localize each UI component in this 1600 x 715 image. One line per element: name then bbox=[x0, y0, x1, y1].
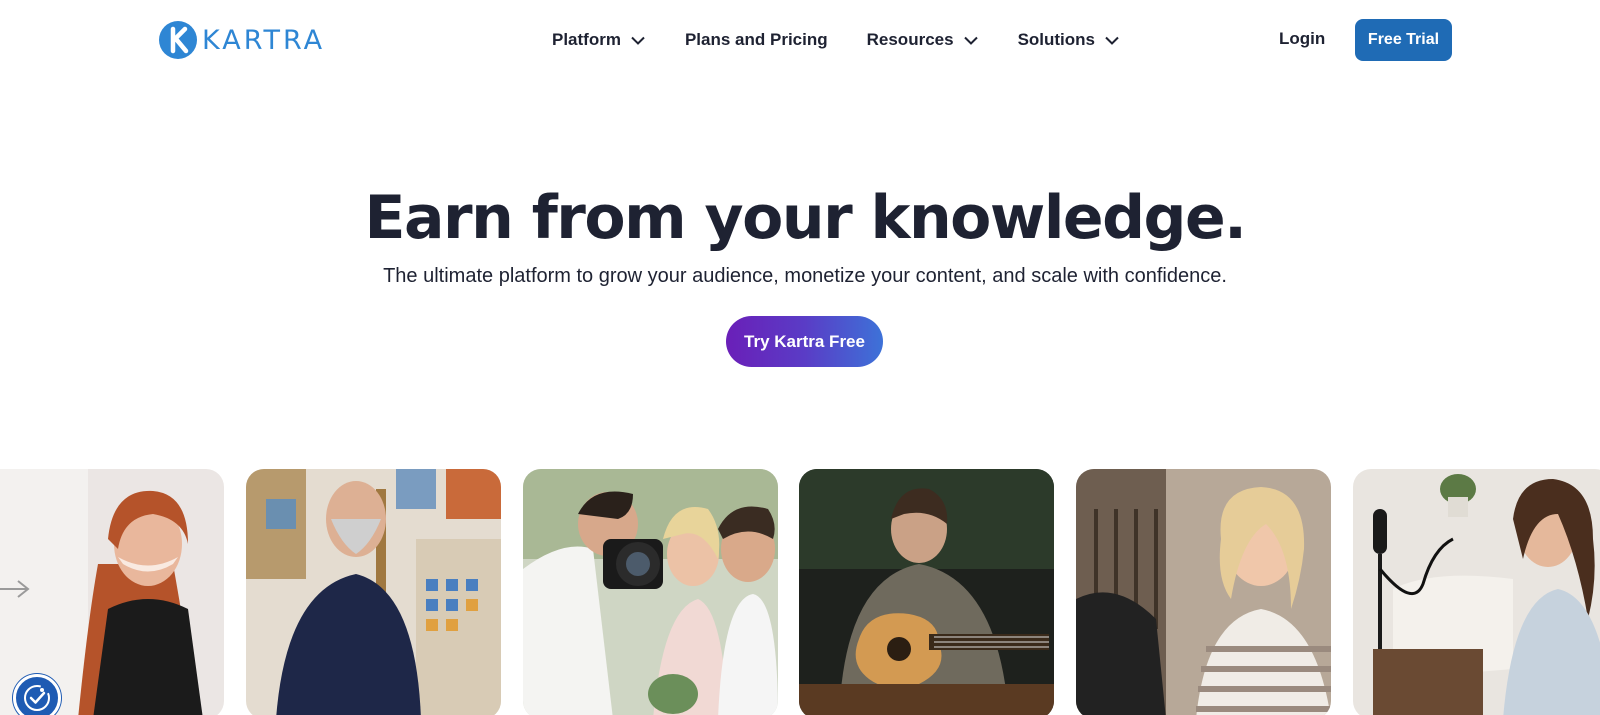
kartra-k-icon bbox=[159, 21, 197, 59]
nav-solutions[interactable]: Solutions bbox=[1018, 30, 1119, 50]
chevron-down-icon bbox=[1105, 36, 1119, 45]
free-trial-button[interactable]: Free Trial bbox=[1355, 19, 1452, 61]
login-link[interactable]: Login bbox=[1279, 29, 1325, 49]
hero-title: Earn from your knowledge. bbox=[364, 183, 1247, 253]
nav-plans-and-pricing[interactable]: Plans and Pricing bbox=[685, 30, 828, 50]
nav-platform-label: Platform bbox=[552, 30, 621, 49]
smiling-woman-photo bbox=[1076, 469, 1331, 715]
site-header: KARTRA Platform Plans and Pricing Resour… bbox=[0, 0, 1600, 80]
accessibility-button[interactable] bbox=[13, 674, 61, 715]
guitarist-photo bbox=[799, 469, 1054, 715]
nav-resources-label: Resources bbox=[866, 30, 954, 49]
try-kartra-free-button[interactable]: Try Kartra Free bbox=[726, 316, 883, 367]
photographer-photo bbox=[523, 469, 778, 715]
podcaster-photo bbox=[1353, 469, 1600, 715]
accessibility-icon bbox=[24, 685, 50, 711]
nav-platform[interactable]: Platform bbox=[552, 30, 645, 50]
chevron-down-icon bbox=[631, 36, 645, 45]
kartra-logo[interactable]: KARTRA bbox=[158, 19, 325, 61]
main-nav: Platform Plans and Pricing Resources Sol… bbox=[552, 26, 1119, 54]
nav-plans-label: Plans and Pricing bbox=[684, 30, 828, 49]
painter-photo bbox=[246, 469, 501, 715]
nav-solutions-label: Solutions bbox=[1017, 30, 1096, 49]
hero-subtitle: The ultimate platform to grow your audie… bbox=[383, 265, 1227, 287]
nav-resources[interactable]: Resources bbox=[867, 30, 978, 50]
chevron-down-icon bbox=[963, 36, 978, 45]
brand-name: KARTRA bbox=[202, 24, 326, 56]
